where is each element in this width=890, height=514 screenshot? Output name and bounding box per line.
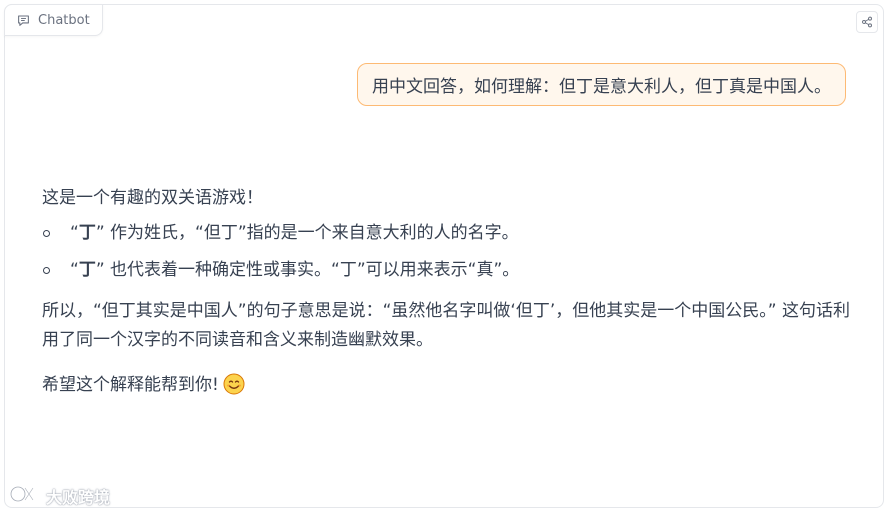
bullet-text: 作为姓氏，“但丁”指的是一个来自意大利的人的名字。: [104, 223, 519, 243]
bold-term: 丁: [78, 223, 96, 243]
user-message-text: 用中文回答，如何理解：但丁是意大利人，但丁真是中国人。: [372, 77, 831, 97]
chat-bubble-icon: [17, 14, 30, 27]
quote-mark: “: [70, 223, 79, 243]
bot-closing-text: 希望这个解释能帮到你!: [42, 375, 219, 395]
watermark-logo-icon: [8, 484, 42, 508]
user-message-bubble: 用中文回答，如何理解：但丁是意大利人，但丁真是中国人。: [357, 63, 846, 106]
bullet-circle-icon: [43, 267, 50, 274]
smiling-face-icon: [223, 373, 245, 405]
quote-mark: ”: [95, 260, 105, 280]
watermark-text: 大败跨境: [46, 488, 111, 507]
quote-mark: “: [70, 260, 79, 280]
watermark: 大败跨境: [8, 484, 110, 508]
bot-closing: 希望这个解释能帮到你!: [42, 371, 852, 405]
bot-intro: 这是一个有趣的双关语游戏！: [42, 188, 263, 208]
chatbot-tab-label: Chatbot: [38, 12, 90, 28]
bot-explanation: 所以，“但丁其实是中国人”的句子意思是说：“虽然他名字叫做‘但丁’，但他其实是一…: [42, 301, 850, 350]
bullet-text: 也代表着一种确定性或事实。“丁”可以用来表示“真”。: [104, 260, 520, 280]
bot-bullet-list: “丁” 作为姓氏，“但丁”指的是一个来自意大利的人的名字。 “丁” 也代表着一种…: [42, 219, 852, 285]
chatbot-tab: Chatbot: [4, 4, 103, 36]
list-item: “丁” 作为姓氏，“但丁”指的是一个来自意大利的人的名字。: [42, 219, 852, 248]
bold-term: 丁: [78, 260, 96, 280]
bot-message: 这是一个有趣的双关语游戏！ “丁” 作为姓氏，“但丁”指的是一个来自意大利的人的…: [42, 184, 852, 405]
share-button[interactable]: [856, 11, 878, 33]
quote-mark: ”: [95, 223, 105, 243]
share-icon: [861, 13, 873, 32]
list-item: “丁” 也代表着一种确定性或事实。“丁”可以用来表示“真”。: [42, 256, 852, 285]
bullet-circle-icon: [43, 230, 50, 237]
